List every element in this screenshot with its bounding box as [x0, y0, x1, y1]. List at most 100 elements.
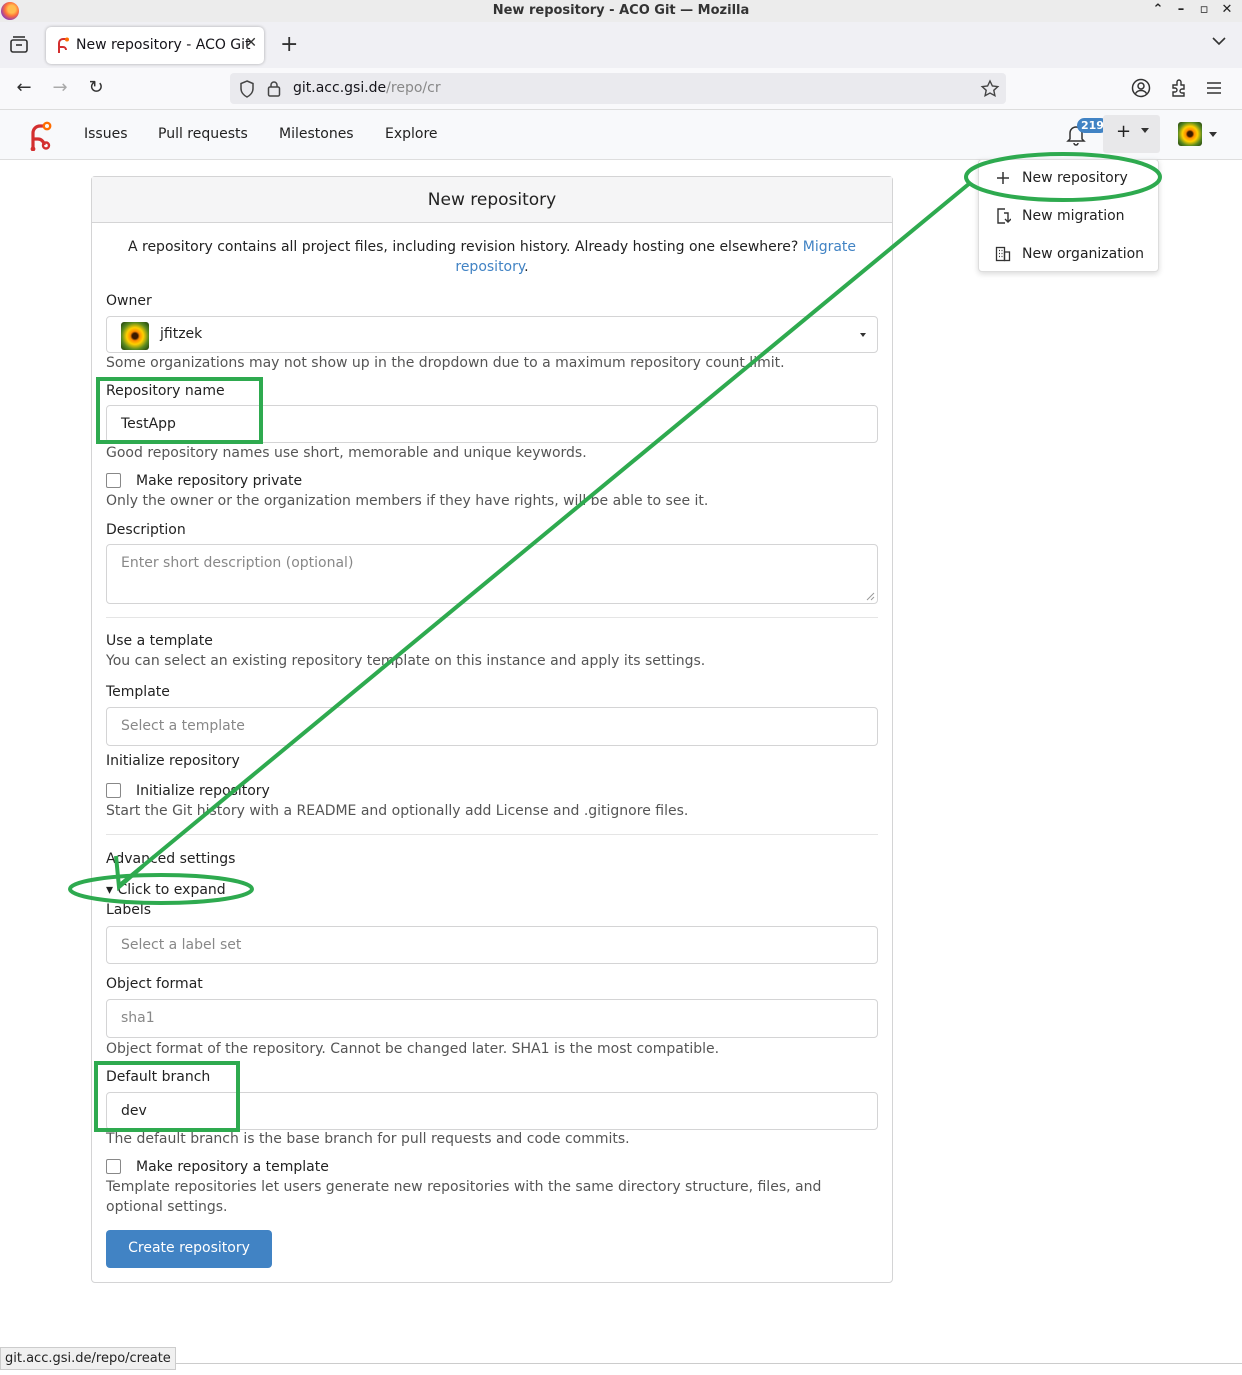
- menu-item-label: New migration: [1022, 208, 1125, 224]
- caret-down-icon: [1141, 128, 1149, 133]
- init-section-title: Initialize repository: [106, 753, 240, 769]
- init-help: Start the Git history with a README and …: [106, 803, 689, 819]
- nav-issues[interactable]: Issues: [84, 126, 128, 142]
- repository-name-label: Repository name: [106, 383, 225, 399]
- template-placeholder: Select a template: [121, 718, 245, 734]
- repository-name-value: TestApp: [121, 416, 176, 432]
- browser-toolbar: ← → ↻ git.acc.gsi.de/repo/cr: [0, 68, 1242, 110]
- form-header: New repository: [92, 177, 892, 223]
- plus-icon: +: [1116, 121, 1132, 142]
- private-checkbox[interactable]: [106, 473, 121, 488]
- default-branch-label: Default branch: [106, 1069, 211, 1085]
- new-tab-icon[interactable]: +: [280, 32, 298, 57]
- template-repo-label[interactable]: Make repository a template: [136, 1159, 329, 1175]
- window-titlebar: New repository - ACO Git — Mozilla ⌃ – ▫…: [0, 0, 1242, 22]
- nav-pull-requests[interactable]: Pull requests: [158, 126, 248, 142]
- menu-item-new-repository[interactable]: New repository: [979, 160, 1160, 198]
- extensions-icon[interactable]: [1169, 78, 1189, 98]
- forward-icon[interactable]: →: [49, 78, 71, 100]
- object-format-help: Object format of the repository. Cannot …: [106, 1041, 720, 1057]
- template-section-title: Use a template: [106, 633, 213, 649]
- advanced-settings-title: Advanced settings: [106, 851, 236, 867]
- template-repo-checkbox[interactable]: [106, 1159, 121, 1174]
- site-header: Issues Pull requests Milestones Explore …: [0, 110, 1242, 160]
- menu-hamburger-icon[interactable]: [1206, 80, 1222, 96]
- menu-item-new-organization[interactable]: New organization: [979, 236, 1160, 274]
- plus-icon: [997, 172, 1009, 184]
- menu-item-new-migration[interactable]: New migration: [979, 198, 1160, 236]
- divider: [106, 617, 878, 618]
- create-repository-label: Create repository: [128, 1240, 250, 1256]
- account-icon[interactable]: [1131, 78, 1151, 98]
- organization-icon: [995, 246, 1011, 262]
- tab-close-icon[interactable]: ✕: [245, 35, 257, 51]
- private-label[interactable]: Make repository private: [136, 473, 302, 489]
- nav-milestones[interactable]: Milestones: [279, 126, 354, 142]
- window-restore-icon[interactable]: ▫: [1196, 2, 1212, 17]
- labels-select[interactable]: Select a label set: [106, 926, 878, 964]
- migrate-repository-link[interactable]: repository: [455, 259, 524, 275]
- window-maximize-icon[interactable]: ⌃: [1150, 2, 1166, 17]
- description-placeholder: Enter short description (optional): [121, 555, 354, 571]
- description-textarea[interactable]: Enter short description (optional): [106, 544, 878, 604]
- caret-down-icon: [1209, 132, 1217, 137]
- url-text[interactable]: git.acc.gsi.de/repo/cr: [293, 80, 441, 96]
- resize-handle-icon[interactable]: [866, 592, 875, 601]
- new-repository-form: New repository A repository contains all…: [91, 176, 893, 1283]
- nav-explore[interactable]: Explore: [385, 126, 438, 142]
- forgejo-logo-icon[interactable]: [26, 119, 52, 151]
- tab-strip: New repository - ACO Git ✕ +: [0, 22, 1242, 68]
- default-branch-help: The default branch is the base branch fo…: [106, 1131, 630, 1147]
- template-repo-help-line-2: optional settings.: [106, 1199, 228, 1215]
- window-title: New repository - ACO Git — Mozilla: [492, 3, 750, 18]
- object-format-label: Object format: [106, 976, 203, 992]
- lock-icon[interactable]: [267, 80, 281, 97]
- reload-icon[interactable]: ↻: [85, 78, 107, 100]
- create-repository-button[interactable]: Create repository: [106, 1230, 272, 1268]
- owner-select[interactable]: jfitzek: [106, 316, 878, 353]
- create-menu-button[interactable]: +: [1103, 115, 1160, 153]
- owner-help: Some organizations may not show up in th…: [106, 355, 785, 371]
- template-label: Template: [106, 684, 170, 700]
- click-to-expand-toggle[interactable]: ▾ Click to expand: [106, 882, 226, 898]
- template-select[interactable]: Select a template: [106, 707, 878, 746]
- user-avatar: [1178, 122, 1202, 146]
- owner-avatar: [121, 322, 149, 350]
- private-help: Only the owner or the organization membe…: [106, 493, 709, 509]
- migrate-link[interactable]: Migrate: [803, 239, 856, 255]
- menu-item-label: New organization: [1022, 246, 1145, 262]
- default-branch-input[interactable]: dev: [106, 1092, 878, 1130]
- caret-down-icon: [860, 333, 866, 337]
- url-path: /repo/cr: [386, 80, 441, 96]
- tab-list-chevron-down-icon[interactable]: [1212, 36, 1226, 46]
- status-bar-url: git.acc.gsi.de/repo/create: [0, 1347, 176, 1370]
- labels-placeholder: Select a label set: [121, 937, 242, 953]
- default-branch-value: dev: [121, 1103, 147, 1119]
- firefox-view-icon[interactable]: [8, 34, 30, 56]
- tab-title: New repository - ACO Git: [76, 37, 251, 53]
- create-dropdown-menu: New repository New migration New organiz…: [978, 159, 1159, 272]
- template-repo-help-line-1: Template repositories let users generate…: [106, 1179, 822, 1195]
- owner-label: Owner: [106, 293, 152, 309]
- repository-name-input[interactable]: TestApp: [106, 405, 878, 443]
- page-bottom-border: [0, 1363, 1242, 1364]
- window-close-icon[interactable]: ✕: [1219, 2, 1235, 17]
- migration-icon: [997, 208, 1011, 224]
- url-bar[interactable]: git.acc.gsi.de/repo/cr: [230, 73, 1006, 104]
- init-label[interactable]: Initialize repository: [136, 783, 270, 799]
- owner-value: jfitzek: [160, 326, 203, 342]
- divider: [106, 834, 878, 835]
- window-minimize-icon[interactable]: –: [1173, 2, 1189, 17]
- user-menu-button[interactable]: [1178, 122, 1220, 148]
- page-title: New repository: [427, 190, 557, 210]
- browser-tab[interactable]: New repository - ACO Git ✕: [46, 27, 264, 64]
- bookmark-star-icon[interactable]: [980, 79, 1000, 99]
- description-label: Description: [106, 522, 186, 538]
- tracking-shield-icon[interactable]: [239, 80, 255, 98]
- menu-item-label: New repository: [1022, 170, 1128, 186]
- back-icon[interactable]: ←: [13, 78, 35, 100]
- labels-label: Labels: [106, 902, 152, 918]
- object-format-select[interactable]: sha1: [106, 999, 878, 1038]
- init-checkbox[interactable]: [106, 783, 121, 798]
- object-format-value: sha1: [121, 1010, 155, 1026]
